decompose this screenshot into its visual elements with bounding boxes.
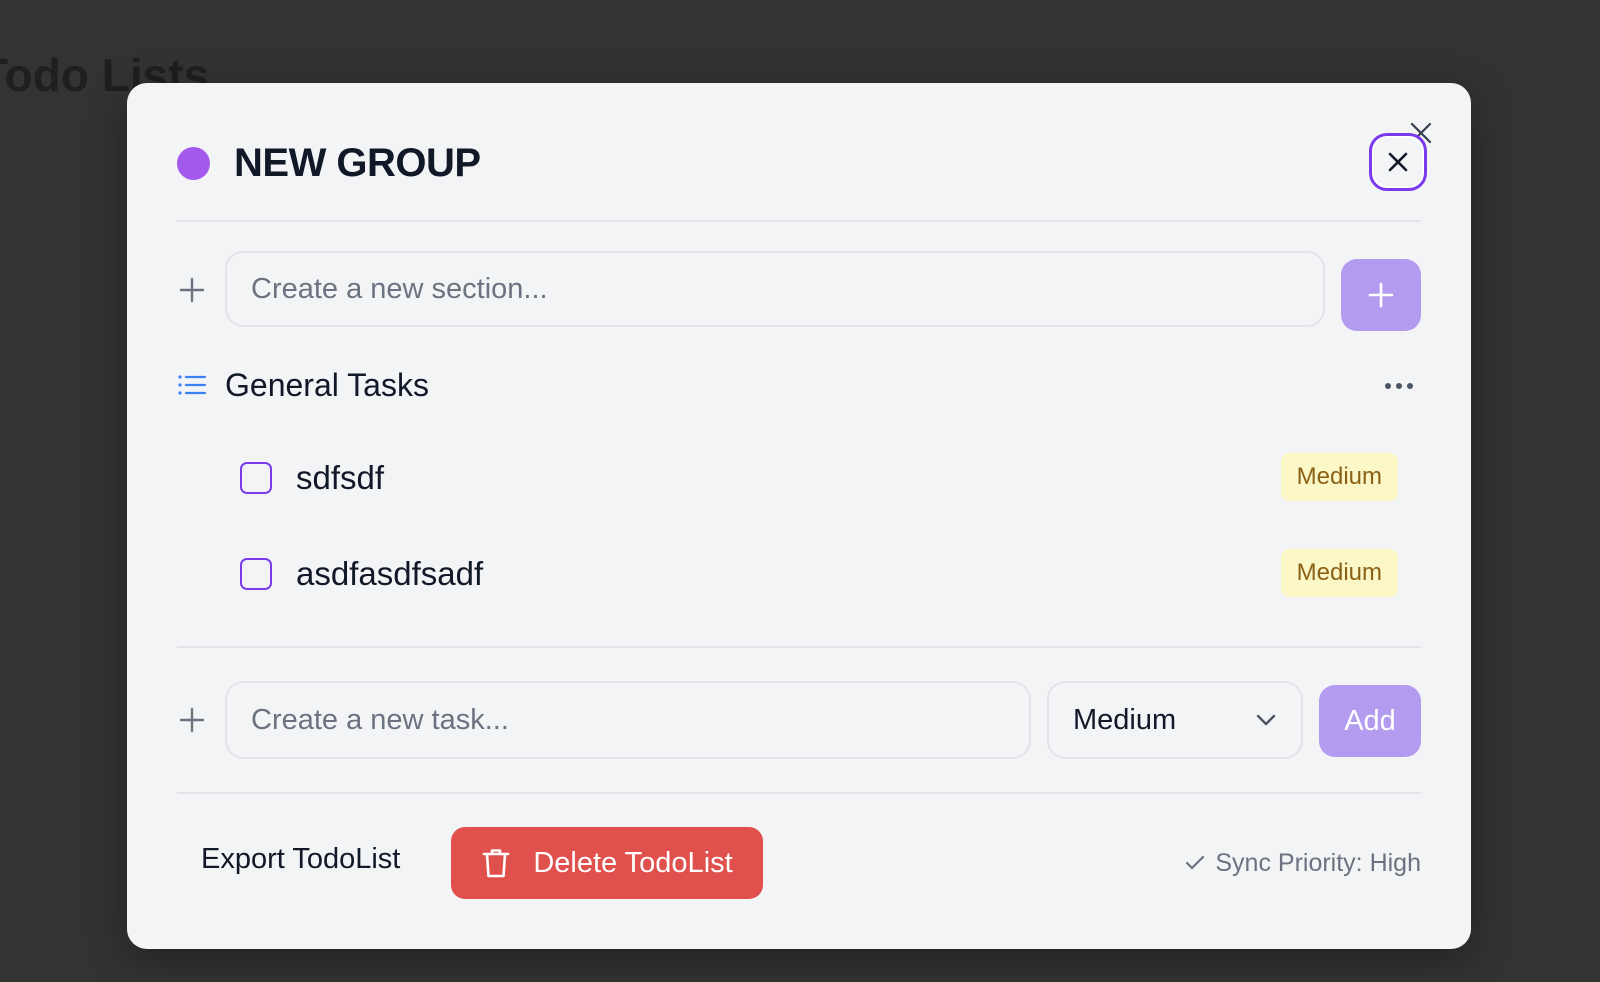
section-name: General Tasks	[225, 366, 429, 403]
add-section-button[interactable]	[1341, 259, 1421, 331]
task-checkbox[interactable]	[240, 558, 272, 590]
task-text: asdfasdfsadf	[296, 555, 484, 592]
priority-select-value: Medium	[1073, 703, 1177, 736]
export-todolist-button[interactable]: Export TodoList	[201, 823, 400, 895]
more-horizontal-icon	[1385, 383, 1413, 389]
header-divider	[177, 220, 1421, 222]
close-button[interactable]	[1369, 133, 1427, 191]
section-header: General Tasks	[177, 363, 429, 407]
task-item: sdfsdf Medium	[240, 453, 1398, 503]
task-checkbox[interactable]	[240, 462, 272, 494]
sync-status: Sync Priority: High	[1185, 845, 1421, 881]
footer-divider	[177, 792, 1421, 794]
plus-icon	[1368, 282, 1394, 308]
modal-header: NEW GROUP	[177, 127, 1427, 199]
delete-button-label: Delete TodoList	[533, 846, 733, 879]
trash-icon	[481, 847, 511, 879]
priority-badge: Medium	[1280, 453, 1398, 501]
group-color-dot	[177, 146, 210, 180]
list-icon	[178, 375, 207, 395]
group-title: NEW GROUP	[234, 140, 481, 185]
task-text: sdfsdf	[296, 459, 385, 496]
delete-todolist-button[interactable]: Delete TodoList	[451, 827, 763, 899]
sync-status-text: Sync Priority: High	[1215, 848, 1421, 877]
close-icon	[1388, 152, 1408, 172]
check-icon	[1185, 855, 1205, 871]
task-item: asdfasdfsadf Medium	[240, 549, 1398, 599]
new-section-input[interactable]	[225, 251, 1325, 327]
section-more-button[interactable]	[1381, 371, 1417, 401]
priority-badge: Medium	[1280, 549, 1398, 597]
chevron-down-icon	[1256, 714, 1276, 726]
plus-icon	[177, 275, 207, 305]
new-task-input[interactable]	[225, 681, 1031, 759]
group-modal: NEW GROUP General Tasks	[127, 83, 1471, 949]
plus-icon	[177, 705, 207, 735]
tasks-divider	[177, 646, 1421, 648]
priority-select[interactable]: Medium	[1047, 681, 1303, 759]
add-task-button[interactable]: Add	[1319, 685, 1421, 757]
